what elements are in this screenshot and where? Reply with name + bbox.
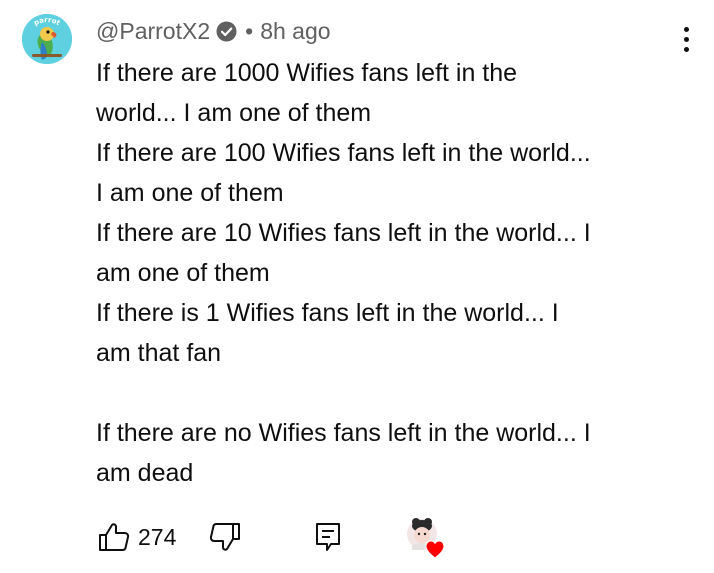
creator-heart: [402, 516, 452, 560]
like-button[interactable]: 274: [98, 522, 176, 552]
dislike-button[interactable]: [209, 522, 241, 552]
comment-text: If there are 1000 Wifies fans left in th…: [96, 53, 696, 493]
comment-header: @ParrotX2 • 8h ago: [96, 16, 331, 46]
creator-heart-icon: [407, 518, 445, 559]
comment-line: I am one of them: [96, 179, 284, 207]
thumbs-up-icon: [99, 523, 130, 551]
comment-line: If there are no Wifies fans left in the …: [96, 419, 591, 447]
comment-line: If there is 1 Wifies fans left in the wo…: [96, 299, 559, 327]
comment-line: If there are 1000 Wifies fans left in th…: [96, 59, 518, 87]
header-separator: •: [245, 17, 254, 44]
comment-line: am dead: [96, 459, 194, 487]
reply-button[interactable]: [315, 522, 341, 552]
like-count: 274: [138, 523, 177, 550]
parrot-avatar-image: parrot: [22, 14, 72, 64]
comment-line: If there are 10 Wifies fans left in the …: [96, 219, 591, 247]
verified-check-icon: [216, 21, 237, 42]
comment-actions: 274: [96, 516, 496, 560]
comment-line: am one of them: [96, 259, 270, 287]
comment-line: world... I am one of them: [96, 99, 372, 127]
timestamp[interactable]: 8h ago: [260, 18, 330, 45]
comment: parrot @ParrotX2 • 8h ago If there are 1…: [0, 0, 714, 573]
comment-line: If there are 100 Wifies fans left in the…: [96, 139, 591, 167]
more-vert-icon[interactable]: [672, 22, 700, 56]
comment-blank-line: [96, 373, 696, 413]
thumbs-down-icon: [209, 523, 240, 551]
author-name[interactable]: @ParrotX2: [96, 18, 210, 45]
comment-line: am that fan: [96, 339, 222, 367]
avatar[interactable]: parrot: [22, 14, 72, 64]
reply-icon: [316, 523, 340, 551]
